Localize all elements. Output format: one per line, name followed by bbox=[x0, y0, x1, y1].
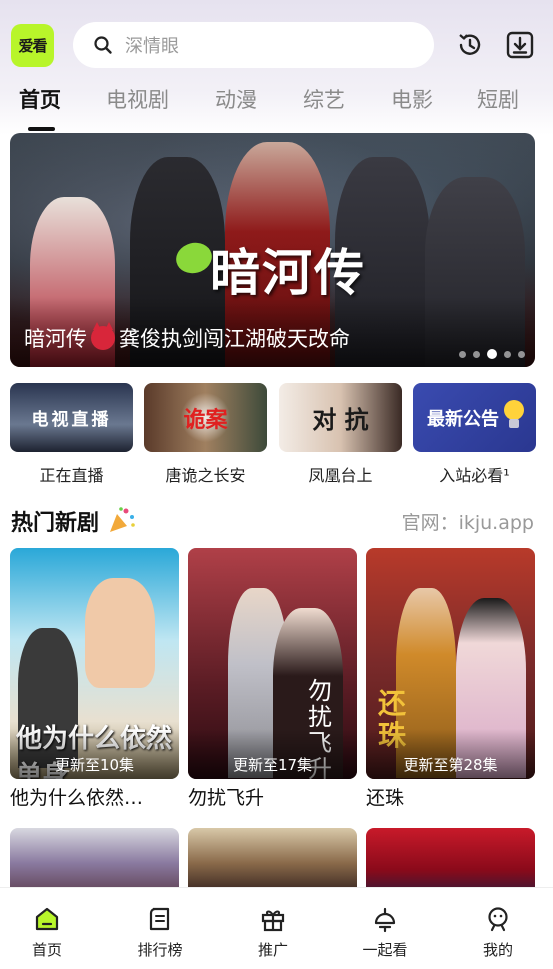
quick-entry-art-text: 电视直播 bbox=[31, 410, 112, 430]
update-status: 更新至10集 bbox=[54, 756, 135, 774]
nav-label: 排行榜 bbox=[137, 941, 183, 959]
banner-caption-text: 龚俊执剑闯江湖破天改命 bbox=[119, 327, 350, 351]
tab-tv-series[interactable]: 电视剧 bbox=[106, 84, 169, 114]
ranking-icon bbox=[149, 907, 170, 931]
download-icon[interactable] bbox=[505, 30, 535, 60]
banner-caption-title: 暗河传 bbox=[24, 327, 87, 351]
nav-watch-together[interactable]: 一起看 bbox=[330, 888, 440, 960]
drama-poster: 还珠 更新至第28集 bbox=[366, 548, 535, 779]
logo-text: 爱看 bbox=[18, 37, 47, 55]
drama-card[interactable]: 还珠 更新至第28集 还珠 bbox=[366, 548, 535, 810]
quick-entry-fenghuang[interactable]: 对 抗 凤凰台上 bbox=[279, 383, 402, 486]
quick-entry-art-text: 诡案 bbox=[144, 383, 267, 452]
nav-label: 推广 bbox=[257, 941, 288, 959]
nav-home[interactable]: 首页 bbox=[0, 888, 102, 960]
quick-entry-label: 入站必看¹ bbox=[439, 466, 510, 485]
tab-variety[interactable]: 综艺 bbox=[303, 84, 345, 114]
official-site-link[interactable]: 官网：ikju.app bbox=[402, 508, 534, 535]
watch-together-icon bbox=[374, 907, 396, 933]
quick-entry-thumbnail: 最新公告 bbox=[413, 383, 536, 452]
quick-entry-live[interactable]: 电视直播 正在直播 bbox=[10, 383, 133, 486]
banner-pagination bbox=[459, 349, 525, 359]
pagination-dot[interactable] bbox=[518, 350, 525, 358]
nav-label: 我的 bbox=[482, 941, 513, 959]
lightbulb-icon bbox=[504, 400, 524, 428]
drama-title: 还珠 bbox=[366, 787, 405, 809]
quick-entry-tanggui[interactable]: 诡案 唐诡之长安 bbox=[144, 383, 267, 486]
pagination-dot[interactable] bbox=[473, 350, 480, 358]
search-bar[interactable]: 深情眼 bbox=[73, 22, 434, 68]
pagination-dot[interactable] bbox=[459, 350, 466, 358]
party-popper-icon bbox=[109, 507, 135, 532]
update-status: 更新至第28集 bbox=[403, 756, 498, 774]
quick-entry-thumbnail: 对 抗 bbox=[279, 383, 402, 452]
search-icon bbox=[94, 36, 112, 54]
nav-label: 一起看 bbox=[362, 941, 408, 959]
section-title: 热门新剧 bbox=[11, 505, 137, 537]
drama-poster: 勿扰飞升 更新至17集 bbox=[188, 548, 357, 779]
section-title-text: 热门新剧 bbox=[11, 511, 100, 536]
quick-entry-label: 正在直播 bbox=[39, 466, 104, 485]
pagination-dot-active[interactable] bbox=[487, 349, 497, 359]
update-status: 更新至17集 bbox=[232, 756, 313, 774]
banner-title-art: 暗河传 bbox=[210, 243, 366, 302]
tab-short-drama[interactable]: 短剧 bbox=[477, 84, 519, 114]
drama-card[interactable]: 勿扰飞升 更新至17集 勿扰飞升 bbox=[188, 548, 357, 810]
quick-entry-label: 唐诡之长安 bbox=[165, 466, 246, 485]
tab-anime[interactable]: 动漫 bbox=[215, 84, 257, 114]
nav-promotion[interactable]: 推广 bbox=[218, 888, 328, 960]
nav-profile[interactable]: 我的 bbox=[443, 888, 553, 960]
app-logo[interactable]: 爱看 bbox=[11, 24, 54, 67]
gift-icon bbox=[261, 910, 285, 932]
drama-title: 他为什么依然… bbox=[10, 787, 144, 809]
tab-movies[interactable]: 电影 bbox=[391, 84, 433, 114]
tab-home[interactable]: 首页 bbox=[19, 84, 61, 114]
quick-entry-label: 凤凰台上 bbox=[308, 466, 373, 485]
devil-emoji-icon bbox=[91, 322, 115, 350]
profile-icon bbox=[488, 907, 508, 932]
quick-entry-thumbnail: 诡案 bbox=[144, 383, 267, 452]
drama-poster: 他为什么依然单身 更新至10集 bbox=[10, 548, 179, 779]
drama-card[interactable]: 他为什么依然单身 更新至10集 他为什么依然… bbox=[10, 548, 179, 810]
active-tab-indicator bbox=[28, 127, 55, 131]
category-tabs: 首页 电视剧 动漫 综艺 电影 短剧 bbox=[0, 84, 553, 126]
poster-figure bbox=[85, 578, 155, 688]
nav-label: 首页 bbox=[31, 941, 62, 959]
history-icon[interactable] bbox=[455, 30, 485, 60]
home-icon bbox=[35, 907, 59, 931]
quick-entry-thumbnail: 电视直播 bbox=[10, 383, 133, 452]
nav-ranking[interactable]: 排行榜 bbox=[105, 888, 215, 960]
drama-title: 勿扰飞升 bbox=[188, 787, 265, 809]
bottom-navigation: 首页 排行榜 推广 一起看 我的 bbox=[0, 887, 553, 969]
quick-entry-announcement[interactable]: 最新公告 入站必看¹ bbox=[413, 383, 536, 486]
quick-entry-art-text: 对 抗 bbox=[312, 405, 369, 434]
pagination-dot[interactable] bbox=[504, 350, 511, 358]
banner-caption: 暗河传 龚俊执剑闯江湖破天改命 bbox=[24, 322, 350, 353]
hero-banner[interactable]: 暗河传 暗河传 龚俊执剑闯江湖破天改命 bbox=[10, 133, 535, 367]
search-placeholder: 深情眼 bbox=[125, 36, 179, 57]
